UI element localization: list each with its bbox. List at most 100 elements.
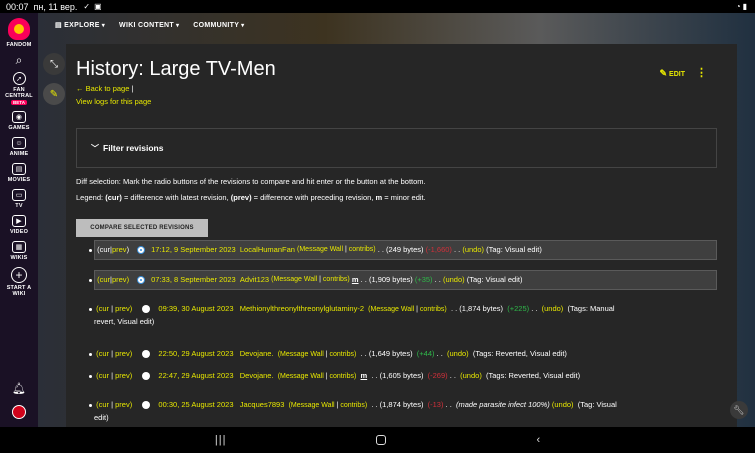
revision-user-link[interactable]: Advit123 bbox=[240, 274, 269, 286]
bell-icon[interactable]: 🔔︎ bbox=[12, 382, 26, 395]
sidebar-item-movies[interactable]: ▤ MOVIES bbox=[8, 163, 31, 183]
undo-link[interactable]: (undo) bbox=[443, 274, 465, 286]
prev-link[interactable]: prev bbox=[115, 349, 130, 358]
contribs-link[interactable]: contribs) bbox=[340, 402, 367, 409]
sidebar-item-wikis[interactable]: ▦ WIKIS bbox=[11, 241, 28, 261]
edit-button[interactable]: ✎ EDIT bbox=[660, 68, 686, 79]
arrow-left-icon: ← bbox=[76, 84, 86, 93]
message-wall-link[interactable]: (Message Wall bbox=[368, 306, 414, 313]
revision-radio[interactable] bbox=[142, 401, 151, 410]
revision-date-link[interactable]: 00:30, 25 August 2023 bbox=[158, 400, 233, 409]
nav-community-label: COMMUNITY bbox=[193, 21, 240, 29]
revision-size: . . (249 bytes) bbox=[377, 245, 424, 254]
revision-user-link[interactable]: Jacques7893 bbox=[240, 400, 285, 409]
revision-row: (cur | prev) 22:47, 29 August 2023 Devoj… bbox=[89, 370, 717, 383]
revision-date-link[interactable]: 22:47, 29 August 2023 bbox=[158, 371, 233, 380]
recent-apps-icon[interactable]: ||| bbox=[215, 434, 227, 446]
cur-link[interactable]: cur bbox=[100, 274, 110, 286]
undo-link[interactable]: (undo) bbox=[447, 349, 469, 358]
revision-tag-cont: edit) bbox=[94, 413, 109, 422]
prev-link[interactable]: prev bbox=[115, 371, 130, 380]
contribs-link[interactable]: contribs) bbox=[420, 306, 447, 313]
pencil-icon[interactable]: ✎ bbox=[43, 83, 65, 105]
chevron-down-icon: ﹀ bbox=[91, 143, 99, 153]
revision-user-link[interactable]: LocalHumanFan bbox=[240, 244, 295, 256]
revision-radio[interactable] bbox=[142, 372, 151, 381]
legend-prev: (prev) bbox=[230, 193, 252, 202]
anime-icon: ☺ bbox=[11, 137, 26, 149]
prev-link[interactable]: prev bbox=[112, 244, 127, 256]
undo-link[interactable]: (undo) bbox=[460, 371, 482, 380]
cur-link[interactable]: cur bbox=[99, 371, 109, 380]
sidebar-item-video[interactable]: ▶ VIDEO bbox=[10, 215, 28, 235]
legend-m-desc: = minor edit. bbox=[382, 193, 426, 202]
message-wall-link[interactable]: (Message Wall bbox=[271, 274, 317, 286]
revision-radio[interactable] bbox=[142, 350, 151, 359]
revision-row: (cur | prev) 09:39, 30 August 2023 Methi… bbox=[89, 303, 717, 328]
sidebar-item-start-wiki[interactable]: + START A WIKI bbox=[7, 267, 32, 297]
contribs-link[interactable]: contribs) bbox=[329, 373, 356, 380]
sidebar-item-games[interactable]: ◉ GAMES bbox=[8, 111, 29, 131]
back-icon[interactable]: ‹ bbox=[536, 434, 540, 446]
prev-link[interactable]: prev bbox=[115, 400, 130, 409]
android-nav-bar: ||| ‹ bbox=[0, 427, 755, 453]
revision-date-link[interactable]: 17:12, 9 September 2023 bbox=[151, 244, 236, 256]
revision-date-link[interactable]: 07:33, 8 September 2023 bbox=[151, 274, 236, 286]
sidebar-item-tv[interactable]: ▭ TV bbox=[12, 189, 26, 209]
avatar[interactable] bbox=[12, 405, 26, 419]
revision-row: (cur | prev) 00:30, 25 August 2023 Jacqu… bbox=[89, 399, 717, 424]
nav-explore[interactable]: ▤ EXPLORE ▾ bbox=[55, 21, 105, 29]
sidebar-item-anime[interactable]: ☺ ANIME bbox=[10, 137, 29, 157]
revision-user-link[interactable]: Methionylthreonylthreonylglutaminy-2 bbox=[240, 304, 364, 313]
cur-link[interactable]: cur bbox=[99, 400, 109, 409]
more-options-icon[interactable]: ⋮ bbox=[696, 66, 707, 79]
page-title: History: Large TV-Men bbox=[76, 58, 276, 80]
home-icon[interactable] bbox=[376, 435, 387, 445]
filter-revisions-toggle[interactable]: ﹀ Filter revisions bbox=[76, 128, 717, 168]
undo-link[interactable]: (undo) bbox=[462, 244, 484, 256]
explore-icon: ▤ bbox=[55, 22, 65, 29]
revision-radio[interactable] bbox=[137, 276, 146, 284]
contribs-link[interactable]: contribs) bbox=[329, 351, 356, 358]
revision-date-link[interactable]: 22:50, 29 August 2023 bbox=[158, 349, 233, 358]
revision-date-link[interactable]: 09:39, 30 August 2023 bbox=[158, 304, 233, 313]
revision-diff: (+44) bbox=[416, 349, 435, 358]
nav-community[interactable]: COMMUNITY ▾ bbox=[193, 22, 244, 29]
undo-link[interactable]: (undo) bbox=[542, 304, 564, 313]
tv-icon: ▭ bbox=[12, 189, 26, 201]
revision-radio[interactable] bbox=[137, 246, 146, 254]
search-icon[interactable]: ⌕ bbox=[16, 54, 23, 66]
revision-user-link[interactable]: Devojane. bbox=[240, 349, 274, 358]
expand-icon[interactable]: ⤡ bbox=[43, 53, 65, 75]
prev-link[interactable]: prev bbox=[112, 274, 127, 286]
brand-label: FANDOM bbox=[6, 42, 32, 48]
message-wall-link[interactable]: (Message Wall bbox=[289, 402, 335, 409]
play-icon: ▶ bbox=[12, 215, 26, 227]
contribs-link[interactable]: contribs) bbox=[323, 274, 350, 286]
compare-selected-revisions-button[interactable]: COMPARE SELECTED REVISIONS bbox=[76, 219, 208, 237]
back-to-page-link[interactable]: ← Back to page | bbox=[76, 84, 133, 93]
message-wall-link[interactable]: (Message Wall bbox=[278, 373, 324, 380]
sidebar-item-fan-central[interactable]: ➚ FAN CENTRAL BETA bbox=[5, 72, 33, 105]
cur-link[interactable]: cur bbox=[99, 304, 109, 313]
message-wall-link[interactable]: (Message Wall bbox=[297, 244, 343, 256]
revision-user-link[interactable]: Devojane. bbox=[240, 371, 274, 380]
revision-radio[interactable] bbox=[142, 305, 151, 314]
status-date: пн, 11 вер. bbox=[33, 1, 78, 12]
undo-link[interactable]: (undo) bbox=[552, 400, 574, 409]
nav-wiki-content[interactable]: WIKI CONTENT ▾ bbox=[119, 22, 179, 29]
view-logs-link[interactable]: View logs for this page bbox=[76, 97, 151, 106]
revision-diff: (+35) bbox=[414, 275, 433, 284]
revision-tag: (Tags: Reverted, Visual edit) bbox=[486, 371, 581, 380]
legend-text: Legend: (cur) = difference with latest r… bbox=[76, 193, 426, 202]
nav-explore-label: EXPLORE bbox=[64, 22, 100, 29]
cur-link[interactable]: cur bbox=[99, 349, 109, 358]
revision-size: . . (1,874 bytes) bbox=[450, 304, 504, 313]
message-wall-link[interactable]: (Message Wall bbox=[278, 351, 324, 358]
prev-link[interactable]: prev bbox=[115, 304, 130, 313]
rocket-icon: ➚ bbox=[12, 72, 26, 85]
fandom-logo-icon[interactable] bbox=[8, 18, 30, 40]
revision-tag: (Tag: Visual edit) bbox=[466, 275, 523, 284]
contribs-link[interactable]: contribs) bbox=[349, 244, 376, 256]
wrench-icon[interactable]: 🔧︎ bbox=[730, 401, 748, 419]
